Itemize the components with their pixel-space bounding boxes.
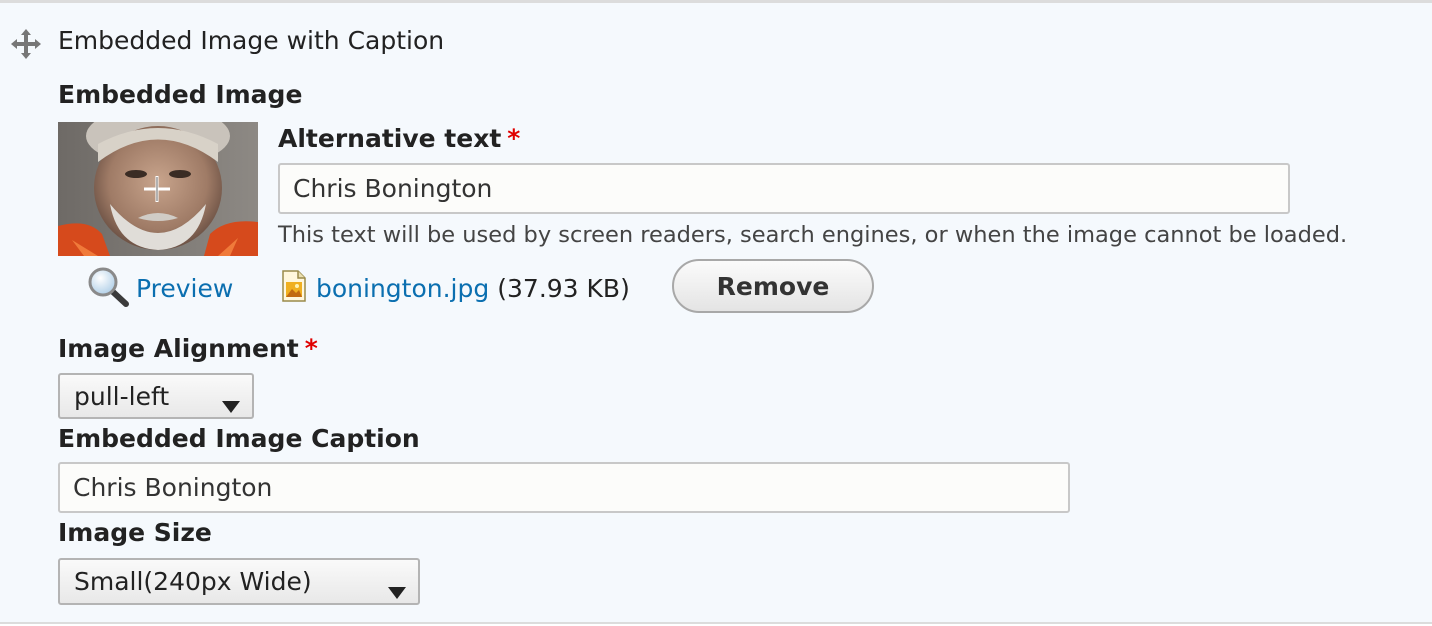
caption-value: Chris Bonington: [73, 473, 273, 502]
image-alignment-value: pull-left: [74, 381, 170, 411]
chevron-down-icon: [222, 390, 240, 419]
remove-button[interactable]: Remove: [672, 259, 874, 313]
image-alignment-label: Image Alignment *: [58, 334, 318, 363]
file-info: bonington.jpg (37.93 KB): [282, 268, 630, 308]
top-divider: [0, 0, 1432, 3]
preview-link[interactable]: Preview: [86, 266, 233, 310]
embedded-image-label: Embedded Image: [58, 80, 303, 109]
file-size: (37.93 KB): [497, 273, 630, 303]
required-marker: *: [507, 124, 521, 153]
preview-link-label: Preview: [136, 273, 234, 303]
alt-text-label: Alternative text *: [278, 124, 520, 153]
alt-text-input[interactable]: Chris Bonington: [278, 163, 1290, 214]
image-file-icon: [282, 270, 306, 306]
bottom-divider: [0, 622, 1432, 626]
image-size-select[interactable]: Small(240px Wide): [58, 558, 420, 605]
alt-text-value: Chris Bonington: [293, 174, 493, 203]
image-size-value: Small(240px Wide): [74, 567, 312, 596]
alt-text-description: This text will be used by screen readers…: [278, 222, 1348, 248]
image-alignment-label-text: Image Alignment: [58, 334, 299, 363]
file-name-link[interactable]: bonington.jpg: [316, 274, 489, 303]
magnifier-icon: [86, 265, 130, 311]
chevron-down-icon: [388, 576, 406, 605]
image-size-label: Image Size: [58, 518, 212, 547]
caption-label: Embedded Image Caption: [58, 424, 420, 453]
caption-input[interactable]: Chris Bonington: [58, 462, 1070, 513]
move-cross-icon[interactable]: [10, 28, 42, 60]
alt-text-label-text: Alternative text: [278, 124, 502, 153]
required-marker: *: [304, 334, 318, 363]
section-title: Embedded Image with Caption: [58, 26, 445, 55]
image-alignment-select[interactable]: pull-left: [58, 373, 254, 419]
image-thumbnail[interactable]: [58, 122, 258, 256]
